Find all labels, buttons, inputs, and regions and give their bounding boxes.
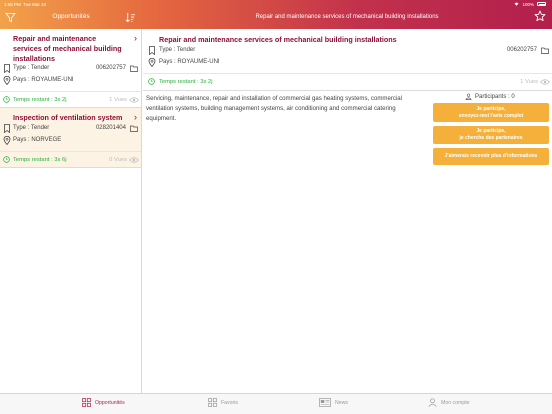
opportunities-list: Repair and maintenance services of mecha… bbox=[0, 29, 142, 393]
opportunity-type: Type : Tender bbox=[13, 125, 50, 132]
tab-label: Opportunités bbox=[95, 399, 125, 406]
opportunity-type-row: Type : Tender 006202757 bbox=[0, 63, 141, 75]
status-time: 1:58 PM Tue Mar 10 bbox=[4, 1, 47, 7]
opportunity-footer: Temps restant : 3s 6j 0 Vues bbox=[0, 152, 141, 167]
folder-icon[interactable] bbox=[130, 65, 138, 72]
button-line: Je participe, bbox=[476, 105, 506, 112]
newspaper-icon bbox=[319, 398, 331, 407]
location-pin-icon bbox=[148, 58, 156, 67]
divider bbox=[0, 167, 141, 169]
opportunity-country: Pays : ROYAUME-UNI bbox=[13, 77, 74, 84]
chevron-right-icon: › bbox=[134, 112, 137, 123]
grid-icon bbox=[82, 398, 91, 407]
detail-type-row: Type : Tender 006202757 bbox=[143, 44, 552, 56]
battery-percent: 100% bbox=[522, 1, 534, 7]
folder-icon[interactable] bbox=[130, 125, 138, 132]
tab-bar: Opportunités Favoris News Mon compte bbox=[0, 393, 552, 414]
button-line: Je participe, bbox=[476, 128, 506, 135]
status-right: 100% bbox=[514, 2, 546, 7]
tab-news[interactable]: News bbox=[319, 398, 348, 407]
bookmark-icon bbox=[149, 46, 155, 55]
opportunity-type: Type : Tender bbox=[13, 65, 50, 72]
eye-icon bbox=[129, 97, 139, 103]
tab-label: Mon compte bbox=[441, 399, 470, 406]
user-icon bbox=[428, 398, 437, 407]
tab-label: News bbox=[335, 399, 348, 406]
status-bar: 1:58 PM Tue Mar 10 100% bbox=[0, 0, 552, 8]
detail-country: Pays : ROYAUME-UNI bbox=[159, 59, 220, 65]
tab-opportunities[interactable]: Opportunités bbox=[82, 398, 125, 407]
opportunity-country-row: Pays : ROYAUME-UNI bbox=[0, 75, 141, 87]
detail-title: Repair and maintenance services of mecha… bbox=[159, 35, 397, 44]
bookmark-icon bbox=[4, 124, 10, 134]
tab-label: Favoris bbox=[221, 399, 239, 406]
detail-time-remaining: Temps restant : 3s 2j bbox=[159, 79, 213, 85]
star-icon[interactable] bbox=[534, 10, 546, 22]
view-count: 0 Vues bbox=[109, 157, 127, 164]
location-pin-icon bbox=[3, 76, 11, 86]
battery-icon bbox=[537, 2, 546, 6]
detail-description: Servicing, maintenance, repair and insta… bbox=[146, 95, 403, 123]
opportunity-card[interactable]: Repair and maintenance services of mecha… bbox=[0, 29, 141, 109]
divider bbox=[143, 90, 552, 91]
wifi-icon bbox=[514, 2, 519, 6]
time-remaining: Temps restant : 3s 2j bbox=[13, 97, 67, 104]
opportunity-reference: 006202757 bbox=[95, 65, 126, 72]
opportunity-reference: 028201404 bbox=[95, 125, 126, 132]
opportunity-type-row: Type : Tender 028201404 bbox=[0, 123, 141, 135]
sort-icon[interactable] bbox=[125, 12, 136, 23]
detail-type: Type : Tender bbox=[159, 47, 196, 53]
opportunity-title: Inspection of ventilation system bbox=[13, 113, 123, 123]
list-title: Opportunités bbox=[52, 13, 90, 20]
participants-count: Participants : 0 bbox=[465, 93, 515, 100]
opportunity-title: Repair and maintenance services of mecha… bbox=[13, 34, 122, 63]
detail-header-title: Repair and maintenance services of mecha… bbox=[255, 14, 439, 20]
participants-label: Participants : 0 bbox=[475, 93, 515, 100]
participate-full-notice-button[interactable]: Je participe, envoyez-moi l'avis complet bbox=[433, 103, 549, 122]
location-pin-icon bbox=[3, 136, 11, 146]
tab-account[interactable]: Mon compte bbox=[428, 398, 470, 407]
app-header: 1:58 PM Tue Mar 10 100% Opportunités Rep… bbox=[0, 0, 552, 29]
list-header: Opportunités bbox=[0, 8, 142, 29]
button-line: envoyez-moi l'avis complet bbox=[458, 112, 524, 119]
button-line: je cherche des partenaires bbox=[459, 135, 523, 141]
opportunity-card-selected[interactable]: Inspection of ventilation system › Type … bbox=[0, 108, 141, 169]
view-count: 1 Vues bbox=[109, 97, 127, 104]
clock-icon bbox=[148, 78, 155, 85]
opportunity-footer: Temps restant : 3s 2j 1 Vues bbox=[0, 92, 141, 107]
tab-favorites[interactable]: Favoris bbox=[208, 398, 238, 407]
opportunity-country-row: Pays : NORVEGE bbox=[0, 135, 141, 147]
detail-view-count: 1 Vues bbox=[520, 79, 538, 85]
detail-reference: 006202757 bbox=[506, 47, 537, 53]
chevron-right-icon: › bbox=[134, 33, 137, 43]
clock-icon bbox=[3, 156, 10, 163]
eye-icon bbox=[540, 79, 550, 85]
detail-footer: Temps restant : 3s 2j 1 Vues bbox=[143, 74, 552, 90]
participants-icon bbox=[465, 93, 472, 100]
opportunity-detail: Repair and maintenance services of mecha… bbox=[143, 29, 552, 393]
grid-icon bbox=[208, 398, 217, 407]
button-line: J'aimerais recevoir plus d'informations bbox=[444, 153, 538, 160]
eye-icon bbox=[129, 157, 139, 163]
time-remaining: Temps restant : 3s 6j bbox=[13, 157, 67, 164]
detail-header: Repair and maintenance services of mecha… bbox=[142, 8, 552, 29]
more-info-button[interactable]: J'aimerais recevoir plus d'informations bbox=[433, 148, 549, 165]
participate-find-partners-button[interactable]: Je participe, je cherche des partenaires bbox=[433, 126, 549, 144]
opportunity-country: Pays : NORVEGE bbox=[13, 137, 62, 144]
bookmark-icon bbox=[4, 64, 10, 74]
folder-icon[interactable] bbox=[541, 47, 549, 54]
detail-country-row: Pays : ROYAUME-UNI bbox=[143, 57, 552, 69]
clock-icon bbox=[3, 96, 10, 104]
